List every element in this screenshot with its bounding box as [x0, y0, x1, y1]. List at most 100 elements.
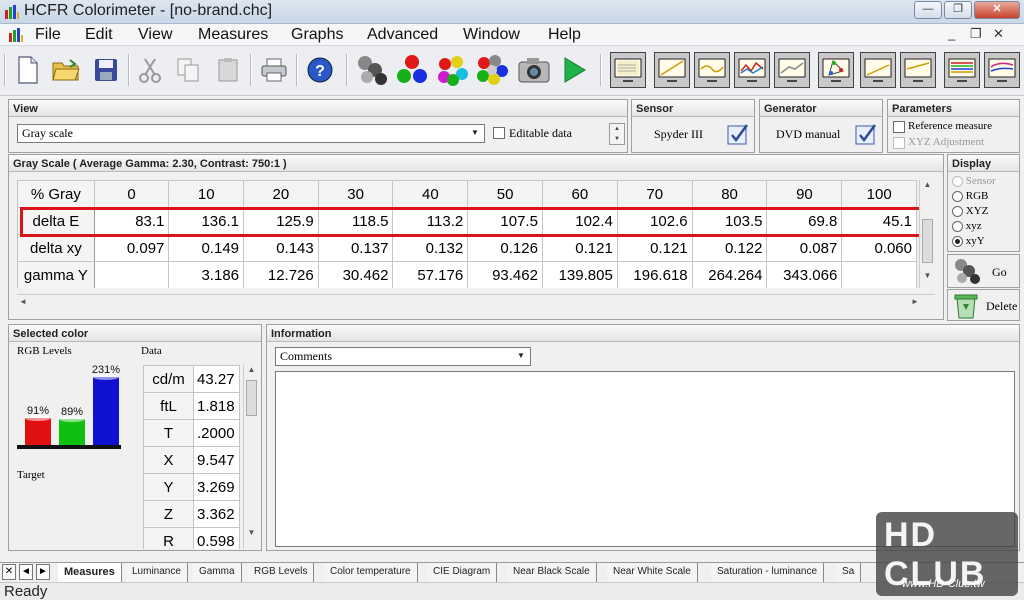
gamma-graph-icon[interactable]: [694, 52, 730, 88]
near-black-graph-icon[interactable]: [860, 52, 896, 88]
scroll-up-icon[interactable]: ▲: [244, 365, 259, 374]
scroll-up-icon[interactable]: ▲: [920, 180, 935, 189]
data-value-cell[interactable]: 1.818: [193, 392, 240, 420]
scroll-left-icon[interactable]: ◄: [19, 297, 27, 306]
play-icon[interactable]: [556, 52, 592, 88]
table-cell[interactable]: 57.176: [392, 261, 469, 288]
table-row[interactable]: cd/m 43.27: [143, 365, 240, 393]
print-icon[interactable]: [256, 52, 292, 88]
saturation-graph-icon[interactable]: [944, 52, 980, 88]
tab-near-black-scale[interactable]: Near Black Scale: [507, 563, 597, 582]
table-row-delta-xy[interactable]: delta xy 0.097 0.149 0.143 0.137 0.132 0…: [17, 234, 917, 262]
menu-view[interactable]: View: [138, 26, 172, 44]
data-value-cell[interactable]: .2000: [193, 419, 240, 447]
mdi-restore-button[interactable]: ❐: [970, 26, 982, 42]
delete-button[interactable]: Delete: [947, 289, 1020, 321]
table-cell[interactable]: 0.121: [541, 234, 618, 262]
table-cell[interactable]: 196.618: [616, 261, 693, 288]
radio-button[interactable]: [952, 190, 963, 202]
table-row[interactable]: X 9.547: [143, 446, 240, 474]
scroll-thumb[interactable]: [922, 219, 933, 263]
cut-icon[interactable]: [132, 52, 168, 88]
tab-measures[interactable]: Measures: [58, 563, 122, 582]
tab-color-temperature[interactable]: Color temperature: [324, 563, 418, 582]
data-vertical-scrollbar[interactable]: ▲ ▼: [243, 365, 259, 549]
radio-button[interactable]: [952, 175, 963, 187]
tab-next-icon[interactable]: ►: [36, 564, 50, 580]
menu-advanced[interactable]: Advanced: [367, 26, 438, 44]
sensor-configure-icon[interactable]: [727, 123, 751, 147]
radio-button-selected[interactable]: [952, 235, 963, 247]
tab-rgb-levels[interactable]: RGB Levels: [248, 563, 315, 582]
data-value-cell[interactable]: 43.27: [193, 365, 240, 393]
table-cell[interactable]: [93, 261, 170, 288]
scroll-down-icon[interactable]: ▼: [244, 528, 259, 537]
table-row[interactable]: T .2000: [143, 419, 240, 447]
measure-all-icon[interactable]: [474, 52, 510, 88]
table-cell[interactable]: 0.126: [467, 234, 543, 262]
color-temperature-graph-icon[interactable]: [774, 52, 810, 88]
menu-help[interactable]: Help: [548, 26, 581, 44]
scroll-thumb[interactable]: [246, 380, 257, 416]
close-button[interactable]: ✕: [974, 1, 1020, 19]
grayscale-horizontal-scrollbar[interactable]: ◄ ►: [17, 294, 935, 310]
information-combo[interactable]: Comments ▼: [275, 347, 531, 366]
view-spin-button[interactable]: ▲ ▼: [609, 123, 625, 145]
near-white-graph-icon[interactable]: [900, 52, 936, 88]
radio-sensor[interactable]: Sensor: [952, 175, 996, 187]
scroll-down-icon[interactable]: ▼: [920, 271, 935, 280]
table-cell[interactable]: 0.060: [841, 234, 917, 262]
mdi-minimize-button[interactable]: _: [948, 26, 955, 41]
menu-file[interactable]: File: [35, 26, 61, 44]
go-button[interactable]: Go: [947, 254, 1020, 288]
radio-xyz-upper[interactable]: XYZ: [952, 205, 988, 217]
tab-gamma[interactable]: Gamma: [193, 563, 242, 582]
table-cell[interactable]: 264.264: [691, 261, 768, 288]
tab-prev-icon[interactable]: ◄: [19, 564, 33, 580]
measure-gray-icon[interactable]: [354, 52, 390, 88]
xyz-adjustment-checkbox[interactable]: [893, 137, 905, 149]
menu-window[interactable]: Window: [463, 26, 520, 44]
open-folder-icon[interactable]: [48, 52, 84, 88]
table-row[interactable]: Z 3.362: [143, 500, 240, 528]
data-grid[interactable]: cd/m 43.27 ftL 1.818 T .2000 X 9.547 Y 3.269 …: [143, 365, 243, 549]
luminance-graph-icon[interactable]: [654, 52, 690, 88]
tab-luminance[interactable]: Luminance: [126, 563, 188, 582]
new-file-icon[interactable]: [10, 52, 46, 88]
radio-button[interactable]: [952, 220, 963, 232]
tab-cie-diagram[interactable]: CIE Diagram: [427, 563, 498, 582]
data-value-cell[interactable]: 3.269: [193, 473, 240, 501]
table-cell[interactable]: 0.137: [317, 234, 394, 262]
saturation-luminance-graph-icon[interactable]: [984, 52, 1020, 88]
table-cell[interactable]: 3.186: [168, 261, 245, 288]
radio-rgb[interactable]: RGB: [952, 190, 988, 202]
table-cell[interactable]: 0.149: [168, 234, 245, 262]
table-row-gamma-y[interactable]: gamma Y 3.186 12.726 30.462 57.176 93.46…: [17, 261, 917, 288]
grayscale-vertical-scrollbar[interactable]: ▲ ▼: [919, 180, 935, 288]
close-tab-icon[interactable]: ✕: [2, 564, 16, 580]
table-cell[interactable]: 0.132: [392, 234, 469, 262]
help-icon[interactable]: ?: [302, 52, 338, 88]
tab-near-white-scale[interactable]: Near White Scale: [607, 563, 698, 582]
paste-icon[interactable]: [210, 52, 246, 88]
radio-xyz-lower[interactable]: xyz: [952, 220, 982, 232]
table-cell[interactable]: 0.122: [691, 234, 768, 262]
measure-primaries-icon[interactable]: [394, 52, 430, 88]
table-row[interactable]: ftL 1.818: [143, 392, 240, 420]
scroll-right-icon[interactable]: ►: [911, 297, 919, 306]
table-row[interactable]: R 0.598: [143, 527, 240, 549]
data-value-cell[interactable]: 3.362: [193, 500, 240, 528]
reference-measure-checkbox[interactable]: [893, 121, 905, 133]
editable-data-checkbox[interactable]: [493, 127, 505, 139]
table-cell[interactable]: 30.462: [317, 261, 394, 288]
table-row[interactable]: Y 3.269: [143, 473, 240, 501]
tab-saturation-partial[interactable]: Sa: [836, 563, 862, 582]
table-cell[interactable]: 0.121: [616, 234, 693, 262]
cie-diagram-graph-icon[interactable]: [818, 52, 854, 88]
document-icon[interactable]: [8, 27, 24, 43]
rgb-levels-graph-icon[interactable]: [734, 52, 770, 88]
graph-window-icon[interactable]: [610, 52, 646, 88]
view-combo[interactable]: Gray scale ▼: [17, 124, 485, 143]
generator-configure-icon[interactable]: [855, 123, 879, 147]
copy-icon[interactable]: [170, 52, 206, 88]
